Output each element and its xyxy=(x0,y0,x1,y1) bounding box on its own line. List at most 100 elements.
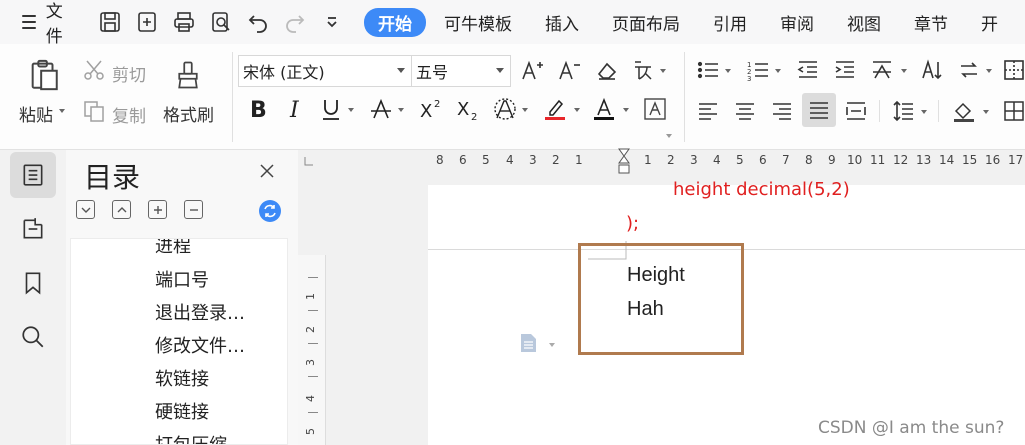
toc-item[interactable]: 硬链接 xyxy=(155,398,209,424)
cut-icon[interactable] xyxy=(82,58,106,82)
toc-item[interactable]: 打包压缩 xyxy=(155,431,227,444)
undo-icon[interactable] xyxy=(245,9,271,35)
paragraph-layout-icon[interactable] xyxy=(518,332,540,354)
numbering-icon[interactable]: 123 xyxy=(746,58,770,82)
format-painter-label[interactable]: 格式刷 xyxy=(163,101,214,126)
copy-button-label[interactable]: 复制 xyxy=(112,102,146,127)
paragraph-text[interactable]: Height xyxy=(627,264,685,287)
ruler-number: 15 xyxy=(962,153,978,167)
align-center-icon[interactable] xyxy=(733,99,757,123)
tab-page-layout[interactable]: 页面布局 xyxy=(612,10,680,35)
clear-formatting-icon[interactable] xyxy=(595,58,619,82)
toc-item[interactable]: 进程 xyxy=(155,239,191,258)
borders-icon[interactable] xyxy=(1002,99,1025,123)
toc-item[interactable]: 退出登录… xyxy=(155,299,245,325)
tab-home[interactable]: 开始 xyxy=(364,7,426,37)
redo-icon[interactable] xyxy=(282,9,308,35)
highlight-color-icon[interactable] xyxy=(543,97,567,121)
subscript-icon[interactable]: X2 xyxy=(456,97,480,121)
phonetic-guide-icon[interactable] xyxy=(631,58,655,82)
code-line[interactable]: ); xyxy=(626,213,639,234)
show-marks-icon[interactable] xyxy=(1002,58,1025,82)
collapse-all-icon[interactable] xyxy=(76,200,95,219)
font-size-select[interactable]: 五号 xyxy=(411,55,511,87)
character-border-icon[interactable] xyxy=(643,97,667,121)
strikethrough-dropdown-icon[interactable] xyxy=(398,108,404,112)
text-direction-dropdown-icon[interactable] xyxy=(986,69,992,73)
chevron-down-icon xyxy=(397,68,405,73)
sync-toc-icon[interactable] xyxy=(259,200,281,222)
font-name-select[interactable]: 宋体 (正文) xyxy=(238,55,412,87)
superscript-icon[interactable]: X2 xyxy=(419,97,443,121)
numbering-dropdown-icon[interactable] xyxy=(775,69,781,73)
font-color-icon[interactable] xyxy=(592,97,616,121)
customize-toolbar-icon[interactable] xyxy=(319,9,345,35)
cut-button-label[interactable]: 剪切 xyxy=(112,61,146,86)
tab-references[interactable]: 引用 xyxy=(713,10,747,35)
save-icon[interactable] xyxy=(97,9,123,35)
tab-developer[interactable]: 开 xyxy=(981,10,998,35)
print-icon[interactable] xyxy=(171,9,197,35)
shading-dropdown-icon[interactable] xyxy=(983,110,989,114)
tab-sections[interactable]: 章节 xyxy=(914,10,948,35)
grow-font-icon[interactable] xyxy=(520,58,544,82)
align-right-icon[interactable] xyxy=(770,99,794,123)
toc-item[interactable]: 修改文件… xyxy=(155,332,245,358)
toc-item[interactable]: 端口号 xyxy=(155,266,209,292)
strikethrough-icon[interactable] xyxy=(369,97,393,121)
remove-heading-icon[interactable] xyxy=(184,200,203,219)
text-effects-dropdown-icon[interactable] xyxy=(522,108,528,112)
sort-icon[interactable] xyxy=(920,58,944,82)
line-spacing-dropdown-icon[interactable] xyxy=(921,110,927,114)
chapter-nav-icon[interactable] xyxy=(10,206,56,252)
document-page[interactable]: height decimal(5,2) ); Height Hah xyxy=(428,179,1025,445)
shrink-font-icon[interactable] xyxy=(557,58,581,82)
tab-insert[interactable]: 插入 xyxy=(545,10,579,35)
paragraph-layout-dropdown-icon[interactable] xyxy=(549,343,555,347)
expand-all-icon[interactable] xyxy=(112,200,131,219)
italic-icon[interactable]: I xyxy=(283,97,307,121)
bullets-dropdown-icon[interactable] xyxy=(725,69,731,73)
horizontal-ruler[interactable]: 8 6 5 4 3 2 1 1 2 3 4 5 6 7 8 9 10 11 12… xyxy=(426,148,1025,174)
paste-icon[interactable] xyxy=(24,54,64,96)
copy-icon[interactable] xyxy=(82,99,106,123)
code-line[interactable]: height decimal(5,2) xyxy=(673,179,850,200)
toc-item[interactable]: 软链接 xyxy=(155,365,209,391)
print-preview-icon[interactable] xyxy=(208,9,234,35)
add-heading-icon[interactable] xyxy=(148,200,167,219)
highlight-dropdown-icon[interactable] xyxy=(574,108,580,112)
text-direction-icon[interactable] xyxy=(957,58,981,82)
align-left-icon[interactable] xyxy=(696,99,720,123)
paste-button-label[interactable]: 粘贴 xyxy=(19,101,53,126)
tab-review[interactable]: 审阅 xyxy=(780,10,814,35)
tab-view[interactable]: 视图 xyxy=(847,10,881,35)
vertical-ruler[interactable]: 1 2 3 4 5 xyxy=(298,255,326,445)
shading-icon[interactable] xyxy=(952,99,976,123)
underline-icon[interactable] xyxy=(319,97,343,121)
bullets-icon[interactable] xyxy=(696,58,720,82)
decrease-indent-icon[interactable] xyxy=(796,58,820,82)
justify-icon[interactable] xyxy=(802,93,836,127)
increase-indent-icon[interactable] xyxy=(833,58,857,82)
chinese-layout-dropdown-icon[interactable] xyxy=(901,69,907,73)
bookmark-icon[interactable] xyxy=(10,260,56,306)
underline-dropdown-icon[interactable] xyxy=(348,108,354,112)
paragraph-text[interactable]: Hah xyxy=(627,298,664,321)
tab-templates[interactable]: 可牛模板 xyxy=(444,10,512,35)
paste-dropdown-icon[interactable] xyxy=(59,109,65,113)
close-icon[interactable] xyxy=(258,162,276,180)
line-spacing-icon[interactable] xyxy=(892,99,916,123)
text-effects-icon[interactable] xyxy=(493,97,517,121)
distributed-align-icon[interactable] xyxy=(844,99,868,123)
font-dialog-launcher-icon[interactable] xyxy=(666,134,672,138)
indent-marker-icon[interactable] xyxy=(618,148,630,180)
file-menu-button[interactable]: 文件 xyxy=(22,0,69,47)
search-icon[interactable] xyxy=(10,314,56,360)
chinese-layout-icon[interactable] xyxy=(870,58,894,82)
export-pdf-icon[interactable] xyxy=(134,9,160,35)
bold-icon[interactable]: B xyxy=(246,97,270,121)
phonetic-dropdown-icon[interactable] xyxy=(660,69,666,73)
toc-nav-icon[interactable] xyxy=(10,152,56,198)
font-color-dropdown-icon[interactable] xyxy=(623,108,629,112)
format-painter-icon[interactable] xyxy=(170,54,206,96)
